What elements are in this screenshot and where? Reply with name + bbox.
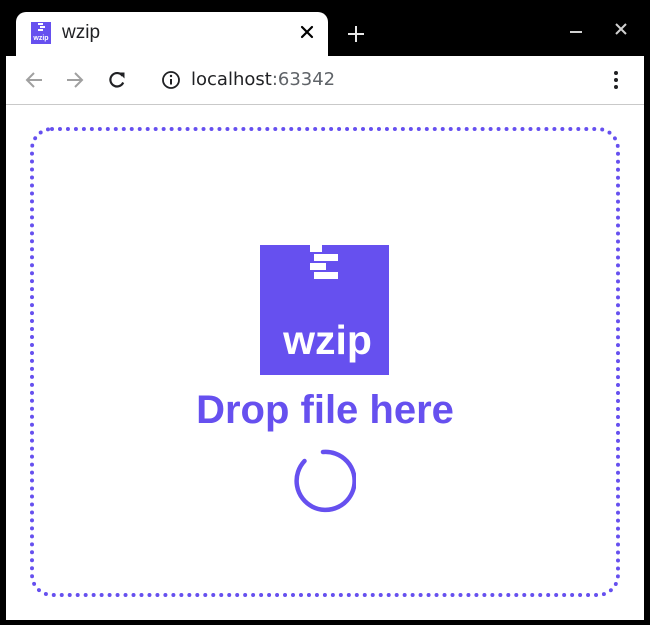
- logo-text: wzip: [283, 317, 372, 363]
- page-content: wzip Drop file here: [6, 105, 644, 620]
- browser-window: wzip wzip localhost:63342 wzip Drop file…: [0, 0, 650, 625]
- url-text: localhost:63342: [191, 69, 335, 90]
- tab-wzip[interactable]: wzip wzip: [16, 12, 328, 56]
- close-icon: [300, 25, 314, 39]
- new-tab-button[interactable]: [342, 20, 370, 48]
- minimize-window-button[interactable]: [565, 20, 587, 42]
- url-port: :63342: [271, 69, 336, 90]
- reload-button[interactable]: [103, 66, 131, 94]
- wzip-logo: wzip: [260, 245, 389, 375]
- favicon-label: wzip: [33, 35, 49, 42]
- reload-icon: [109, 71, 125, 88]
- browser-toolbar: localhost:63342: [6, 56, 644, 105]
- tab-title: wzip: [62, 22, 101, 43]
- more-vertical-icon: [614, 71, 618, 89]
- loading-spinner-icon: [294, 449, 356, 513]
- drop-message: Drop file here: [196, 388, 454, 432]
- menu-button[interactable]: [602, 66, 630, 94]
- close-window-button[interactable]: [610, 18, 632, 40]
- forward-button[interactable]: [61, 66, 89, 94]
- url-host: localhost: [191, 69, 272, 90]
- tab-close-button[interactable]: [294, 19, 320, 45]
- arrow-left-icon: [25, 72, 42, 88]
- wzip-favicon-icon: wzip: [31, 22, 51, 44]
- minimize-icon: [570, 31, 582, 33]
- back-button[interactable]: [20, 66, 48, 94]
- plus-icon: [348, 26, 364, 42]
- arrow-right-icon: [67, 72, 84, 88]
- close-icon: [615, 23, 627, 35]
- tab-strip: wzip wzip: [0, 0, 650, 56]
- info-icon[interactable]: [160, 69, 182, 91]
- address-bar[interactable]: localhost:63342: [156, 64, 556, 96]
